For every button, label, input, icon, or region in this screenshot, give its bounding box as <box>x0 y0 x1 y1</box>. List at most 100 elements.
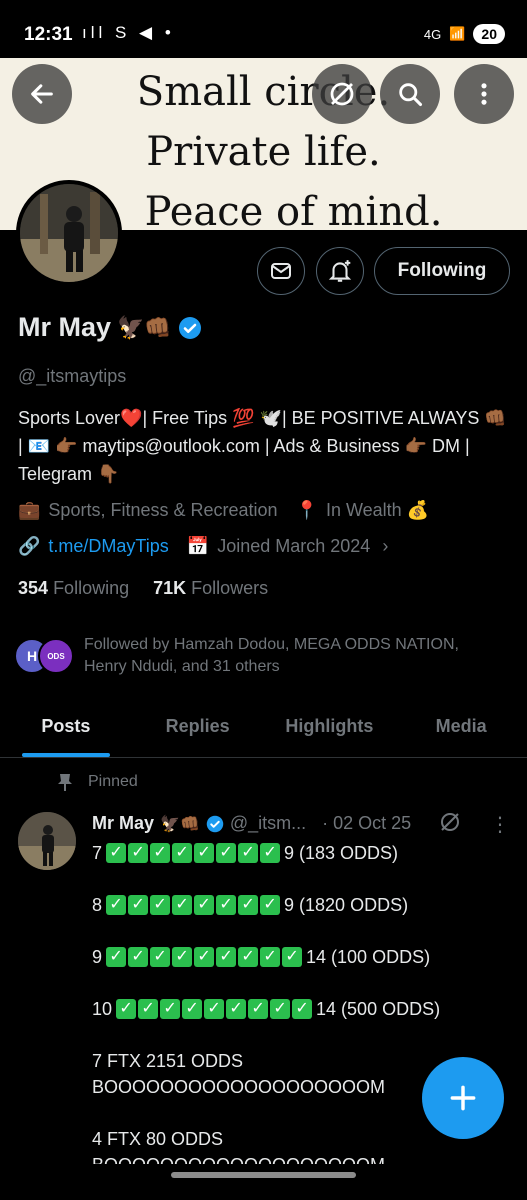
check-mark-icon: ✓ <box>238 947 259 967</box>
check-mark-icon: ✓ <box>260 895 281 915</box>
grok-icon[interactable] <box>438 810 462 839</box>
check-mark-icon: ✓ <box>150 947 171 967</box>
tweet-author-emoji: 🦅👊🏾 <box>160 815 200 833</box>
profile-handle: @_itsmaytips <box>18 366 127 386</box>
check-mark-icon: ✓ <box>248 999 269 1019</box>
check-mark-icon: ✓ <box>160 999 181 1019</box>
network-label: 4G <box>423 26 442 42</box>
check-mark-icon: ✓ <box>116 999 137 1019</box>
tweet-result-rows: 7 ✓ ✓ ✓ ✓ ✓ ✓ ✓ ✓ 9 (183 ODDS) 8 ✓ ✓ ✓ ✓ ✓ ✓ ✓ ✓ 9 (1820 OD… <box>92 840 472 1022</box>
link-icon: 🔗 <box>18 536 41 556</box>
checkmark-group: ✓ ✓ ✓ ✓ ✓ ✓ ✓ ✓ <box>106 843 281 863</box>
status-right: 4G 📶 20 <box>424 24 505 44</box>
tab-highlights[interactable]: Highlights <box>264 700 396 757</box>
profile-link[interactable]: t.me/DMayTips <box>48 536 168 557</box>
tweet-more-icon[interactable]: ⋮ <box>490 812 510 837</box>
tweet-line-a2: BOOOOOOOOOOOOOOOOOOOM <box>92 1077 386 1097</box>
message-button[interactable] <box>257 247 305 295</box>
row-suffix: 9 (1820 ODDS) <box>284 895 409 915</box>
tweet-result-row: 8 ✓ ✓ ✓ ✓ ✓ ✓ ✓ ✓ 9 (1820 ODDS) <box>92 892 472 918</box>
check-mark-icon: ✓ <box>216 843 237 863</box>
tweet-result-row: 10 ✓ ✓ ✓ ✓ ✓ ✓ ✓ ✓ ✓ 14 (500 ODDS) <box>92 996 472 1022</box>
tweet-date: · 02 Oct 25 <box>322 813 412 833</box>
row-prefix: 7 <box>92 843 103 863</box>
chevron-right-icon[interactable]: › <box>382 536 388 557</box>
row-prefix: 9 <box>92 947 103 967</box>
tab-media-label: Media <box>435 716 487 736</box>
tab-posts-label: Posts <box>41 716 91 736</box>
notifications-button[interactable] <box>316 247 364 295</box>
tweet-header: Mr May 🦅👊🏾 @_itsm... · 02 Oct 25 <box>92 813 411 834</box>
avatar-photo <box>20 184 118 282</box>
envelope-icon <box>271 263 291 279</box>
home-indicator[interactable] <box>171 1172 356 1178</box>
status-bar: 12:31 ıll S ◀ • 4G 📶 20 <box>0 0 527 58</box>
pinned-label: Pinned <box>88 773 138 790</box>
checkmark-group: ✓ ✓ ✓ ✓ ✓ ✓ ✓ ✓ ✓ <box>116 999 313 1019</box>
arrow-left-icon <box>31 84 53 104</box>
calendar-icon: 📅 <box>186 536 210 556</box>
tweet-author-name[interactable]: Mr May <box>92 813 154 834</box>
row-suffix: 9 (183 ODDS) <box>284 843 399 863</box>
check-mark-icon: ✓ <box>182 999 203 1019</box>
tab-replies[interactable]: Replies <box>132 700 264 757</box>
bell-plus-icon <box>328 260 352 282</box>
check-mark-icon: ✓ <box>128 947 149 967</box>
battery-level: 20 <box>473 24 505 44</box>
more-options-button[interactable] <box>454 64 514 124</box>
tweet-line-b1: 4 FTX 80 ODDS <box>92 1129 224 1149</box>
following-count: 354 <box>18 578 49 598</box>
signal-icon: 📶 <box>449 26 466 41</box>
followers-stat-label: Followers <box>191 578 269 598</box>
check-mark-icon: ✓ <box>106 895 127 915</box>
row-prefix: 8 <box>92 895 103 915</box>
pin-icon <box>58 774 72 791</box>
banner-line-2: Private life. <box>146 129 381 175</box>
profile-name-text: Mr May <box>18 312 112 342</box>
check-mark-icon: ✓ <box>172 947 193 967</box>
follower-avatar-2: ODS <box>38 638 74 674</box>
status-notification-icons: ıll S ◀ • <box>82 23 175 42</box>
followed-by[interactable]: H ODS Followed by Hamzah Dodou, MEGA ODD… <box>14 634 504 678</box>
check-mark-icon: ✓ <box>238 895 259 915</box>
tab-posts[interactable]: Posts <box>0 700 132 757</box>
verified-badge-icon <box>206 815 224 832</box>
profile-avatar[interactable] <box>16 180 122 286</box>
mute-button[interactable] <box>312 64 372 124</box>
check-mark-icon: ✓ <box>292 999 313 1019</box>
check-mark-icon: ✓ <box>128 895 149 915</box>
check-mark-icon: ✓ <box>204 999 225 1019</box>
check-mark-icon: ✓ <box>260 843 281 863</box>
profile-stats: 354 Following 71K Followers <box>18 578 268 599</box>
following-stat[interactable]: 354 Following <box>18 578 129 599</box>
check-mark-icon: ✓ <box>238 843 259 863</box>
check-mark-icon: ✓ <box>172 895 193 915</box>
followers-count: 71K <box>153 578 187 598</box>
checkmark-group: ✓ ✓ ✓ ✓ ✓ ✓ ✓ ✓ <box>106 895 281 915</box>
muted-circle-icon <box>330 82 354 106</box>
check-mark-icon: ✓ <box>106 843 127 863</box>
more-vertical-icon <box>481 83 487 105</box>
tweet-author-handle: @_itsm... <box>229 813 307 833</box>
followers-stat[interactable]: 71K Followers <box>153 578 268 599</box>
check-mark-icon: ✓ <box>282 947 303 967</box>
tweet-line-a1: 7 FTX 2151 ODDS <box>92 1051 244 1071</box>
search-button[interactable] <box>380 64 440 124</box>
compose-button[interactable] <box>422 1057 504 1139</box>
tweet-avatar-photo <box>18 812 76 870</box>
check-mark-icon: ✓ <box>150 843 171 863</box>
check-mark-icon: ✓ <box>226 999 247 1019</box>
profile-bio: Sports Lover❤️| Free Tips 💯 🕊️| BE POSIT… <box>18 408 507 484</box>
tab-media[interactable]: Media <box>395 700 527 757</box>
following-button[interactable]: Following <box>374 247 510 295</box>
check-mark-icon: ✓ <box>194 843 215 863</box>
back-button[interactable] <box>12 64 72 124</box>
checkmark-group: ✓ ✓ ✓ ✓ ✓ ✓ ✓ ✓ ✓ <box>106 947 303 967</box>
check-mark-icon: ✓ <box>150 895 171 915</box>
check-mark-icon: ✓ <box>194 947 215 967</box>
following-stat-label: Following <box>53 578 130 598</box>
profile-name-emoji: 🦅👊🏾 <box>117 314 172 340</box>
row-suffix: 14 (100 ODDS) <box>306 947 431 967</box>
tweet-avatar[interactable] <box>18 812 76 870</box>
banner-line-1: Small circle. <box>136 69 391 115</box>
